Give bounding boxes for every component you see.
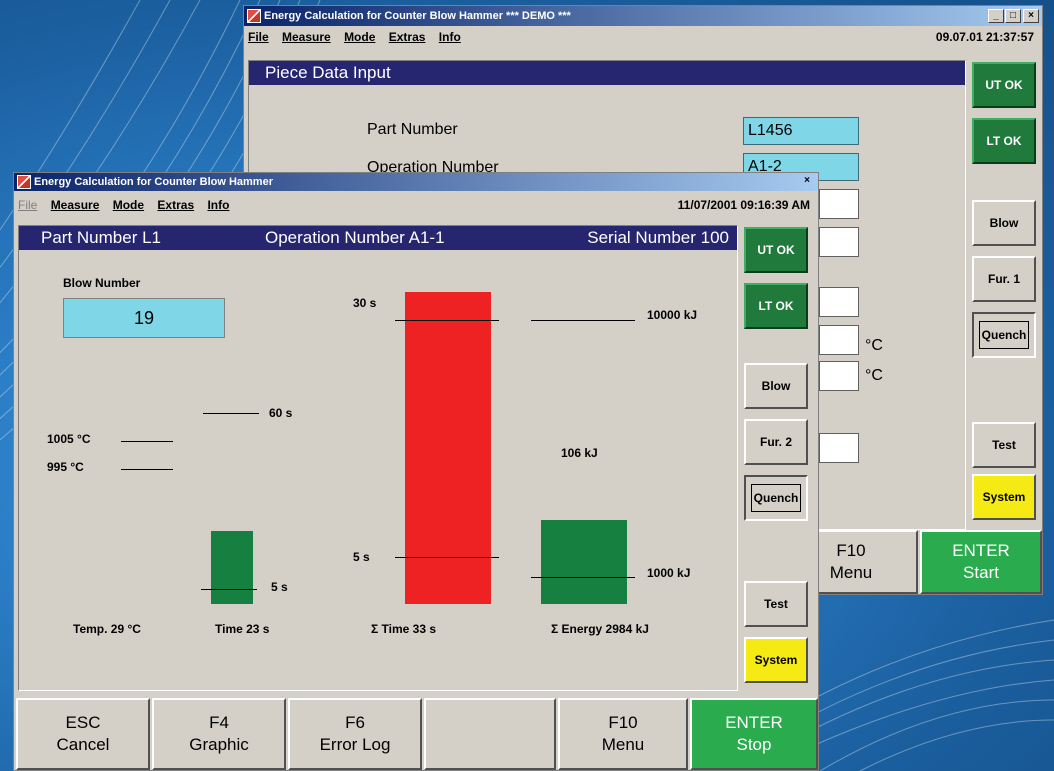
front-window-titlebar[interactable]: Energy Calculation for Counter Blow Hamm… [14,173,818,191]
close-icon[interactable]: × [799,175,815,189]
back-enter-start-button[interactable]: ENTER Start [920,530,1042,594]
maximize-icon[interactable]: □ [1005,9,1021,23]
measurement-panel: Part Number L1 Operation Number A1-1 Ser… [18,225,738,691]
time-upper-limit-line [203,413,259,414]
esc-cancel-button[interactable]: ESC Cancel [16,698,150,770]
lt-ok-button[interactable]: LT OK [744,283,808,329]
f10-menu-button[interactable]: F10 Menu [558,698,688,770]
enter-stop-button[interactable]: ENTER Stop [690,698,818,770]
menu-extras[interactable]: Extras [157,195,194,215]
input-field-4[interactable] [819,227,859,257]
fur2-button[interactable]: Fur. 2 [744,419,808,465]
sum-time-upper-limit-label: 30 s [353,296,377,310]
ut-ok-button[interactable]: UT OK [744,227,808,273]
time-lower-limit-label: 5 s [271,580,288,594]
sum-time-lower-limit-line [395,557,499,558]
empty-fkey-button[interactable] [424,698,556,770]
menu-file[interactable]: File [248,27,269,47]
input-field-3[interactable] [819,189,859,219]
time-caption: Time 23 s [215,622,270,636]
menu-mode[interactable]: Mode [344,27,375,47]
blow-number-label: Blow Number [63,276,141,290]
menu-extras[interactable]: Extras [389,27,426,47]
back-blow-button[interactable]: Blow [972,200,1036,246]
back-test-button[interactable]: Test [972,422,1036,468]
temp-upper-limit-label: 1005 °C [47,432,91,446]
header-serial-number: Serial Number 100 [587,228,729,247]
sum-energy-bar [541,520,627,604]
menu-mode[interactable]: Mode [113,195,144,215]
header-part-number: Part Number L1 [41,228,161,247]
back-menubar: File Measure Mode Extras Info 09.07.01 2… [244,27,1042,47]
temp-upper-limit-line [121,441,173,442]
front-window[interactable]: Energy Calculation for Counter Blow Hamm… [13,172,819,771]
close-icon[interactable]: × [1023,9,1039,23]
temp-lower-limit-label: 995 °C [47,460,84,474]
blow-button[interactable]: Blow [744,363,808,409]
input-field-8[interactable] [819,433,859,463]
front-window-title: Energy Calculation for Counter Blow Hamm… [34,176,273,188]
sum-time-lower-limit-label: 5 s [353,550,370,564]
back-datetime: 09.07.01 21:37:57 [935,30,1034,44]
input-field-7[interactable] [819,361,859,391]
temp-lower-limit-line [121,469,173,470]
sum-energy-upper-limit-label: 10000 kJ [647,308,698,322]
quench-button[interactable]: Quench [744,475,808,521]
minimize-icon[interactable]: _ [988,9,1004,23]
menu-info[interactable]: Info [207,195,229,215]
sum-energy-lower-limit-label: 1000 kJ [647,566,691,580]
sum-time-caption: Σ Time 33 s [371,622,437,636]
time-lower-limit-line [201,589,257,590]
sum-time-upper-limit-line [395,320,499,321]
unit-celsius-1: °C [865,337,883,354]
back-window-titlebar[interactable]: Energy Calculation for Counter Blow Hamm… [244,6,1042,26]
header-operation-number: Operation Number A1-1 [265,228,445,247]
app-hammer-icon [17,175,31,189]
input-field-6[interactable] [819,325,859,355]
last-blow-energy-label: 106 kJ [561,446,598,460]
system-button[interactable]: System [744,637,808,683]
app-hammer-icon [247,9,261,23]
measurement-header: Part Number L1 Operation Number A1-1 Ser… [19,226,737,250]
front-datetime: 11/07/2001 09:16:39 AM [677,198,810,212]
back-system-button[interactable]: System [972,474,1036,520]
unit-celsius-2: °C [865,367,883,384]
blow-number-field: 19 [63,298,225,338]
back-window-title: Energy Calculation for Counter Blow Hamm… [264,10,571,22]
part-number-label: Part Number [367,121,458,138]
back-lt-ok-button[interactable]: LT OK [972,118,1036,164]
temp-caption: Temp. 29 °C [73,622,141,636]
f4-graphic-button[interactable]: F4 Graphic [152,698,286,770]
sum-energy-upper-limit-line [531,320,635,321]
sum-energy-caption: Σ Energy 2984 kJ [551,622,649,636]
menu-info[interactable]: Info [439,27,461,47]
piece-data-header: Piece Data Input [249,61,965,85]
part-number-field[interactable]: L1456 [743,117,859,145]
time-bar [211,531,253,604]
front-menubar: File Measure Mode Extras Info 11/07/2001… [14,195,818,215]
sum-energy-lower-limit-line [531,577,635,578]
test-button[interactable]: Test [744,581,808,627]
input-field-5[interactable] [819,287,859,317]
back-quench-button[interactable]: Quench [972,312,1036,358]
menu-file[interactable]: File [18,195,37,215]
menu-measure[interactable]: Measure [282,27,331,47]
menu-measure[interactable]: Measure [51,195,100,215]
time-upper-limit-label: 60 s [269,406,293,420]
page-title: Piece Data Input [265,63,391,82]
f6-error-log-button[interactable]: F6 Error Log [288,698,422,770]
back-fur1-button[interactable]: Fur. 1 [972,256,1036,302]
back-ut-ok-button[interactable]: UT OK [972,62,1036,108]
front-fkey-bar: ESC Cancel F4 Graphic F6 Error Log F10 Menu … [14,698,818,770]
